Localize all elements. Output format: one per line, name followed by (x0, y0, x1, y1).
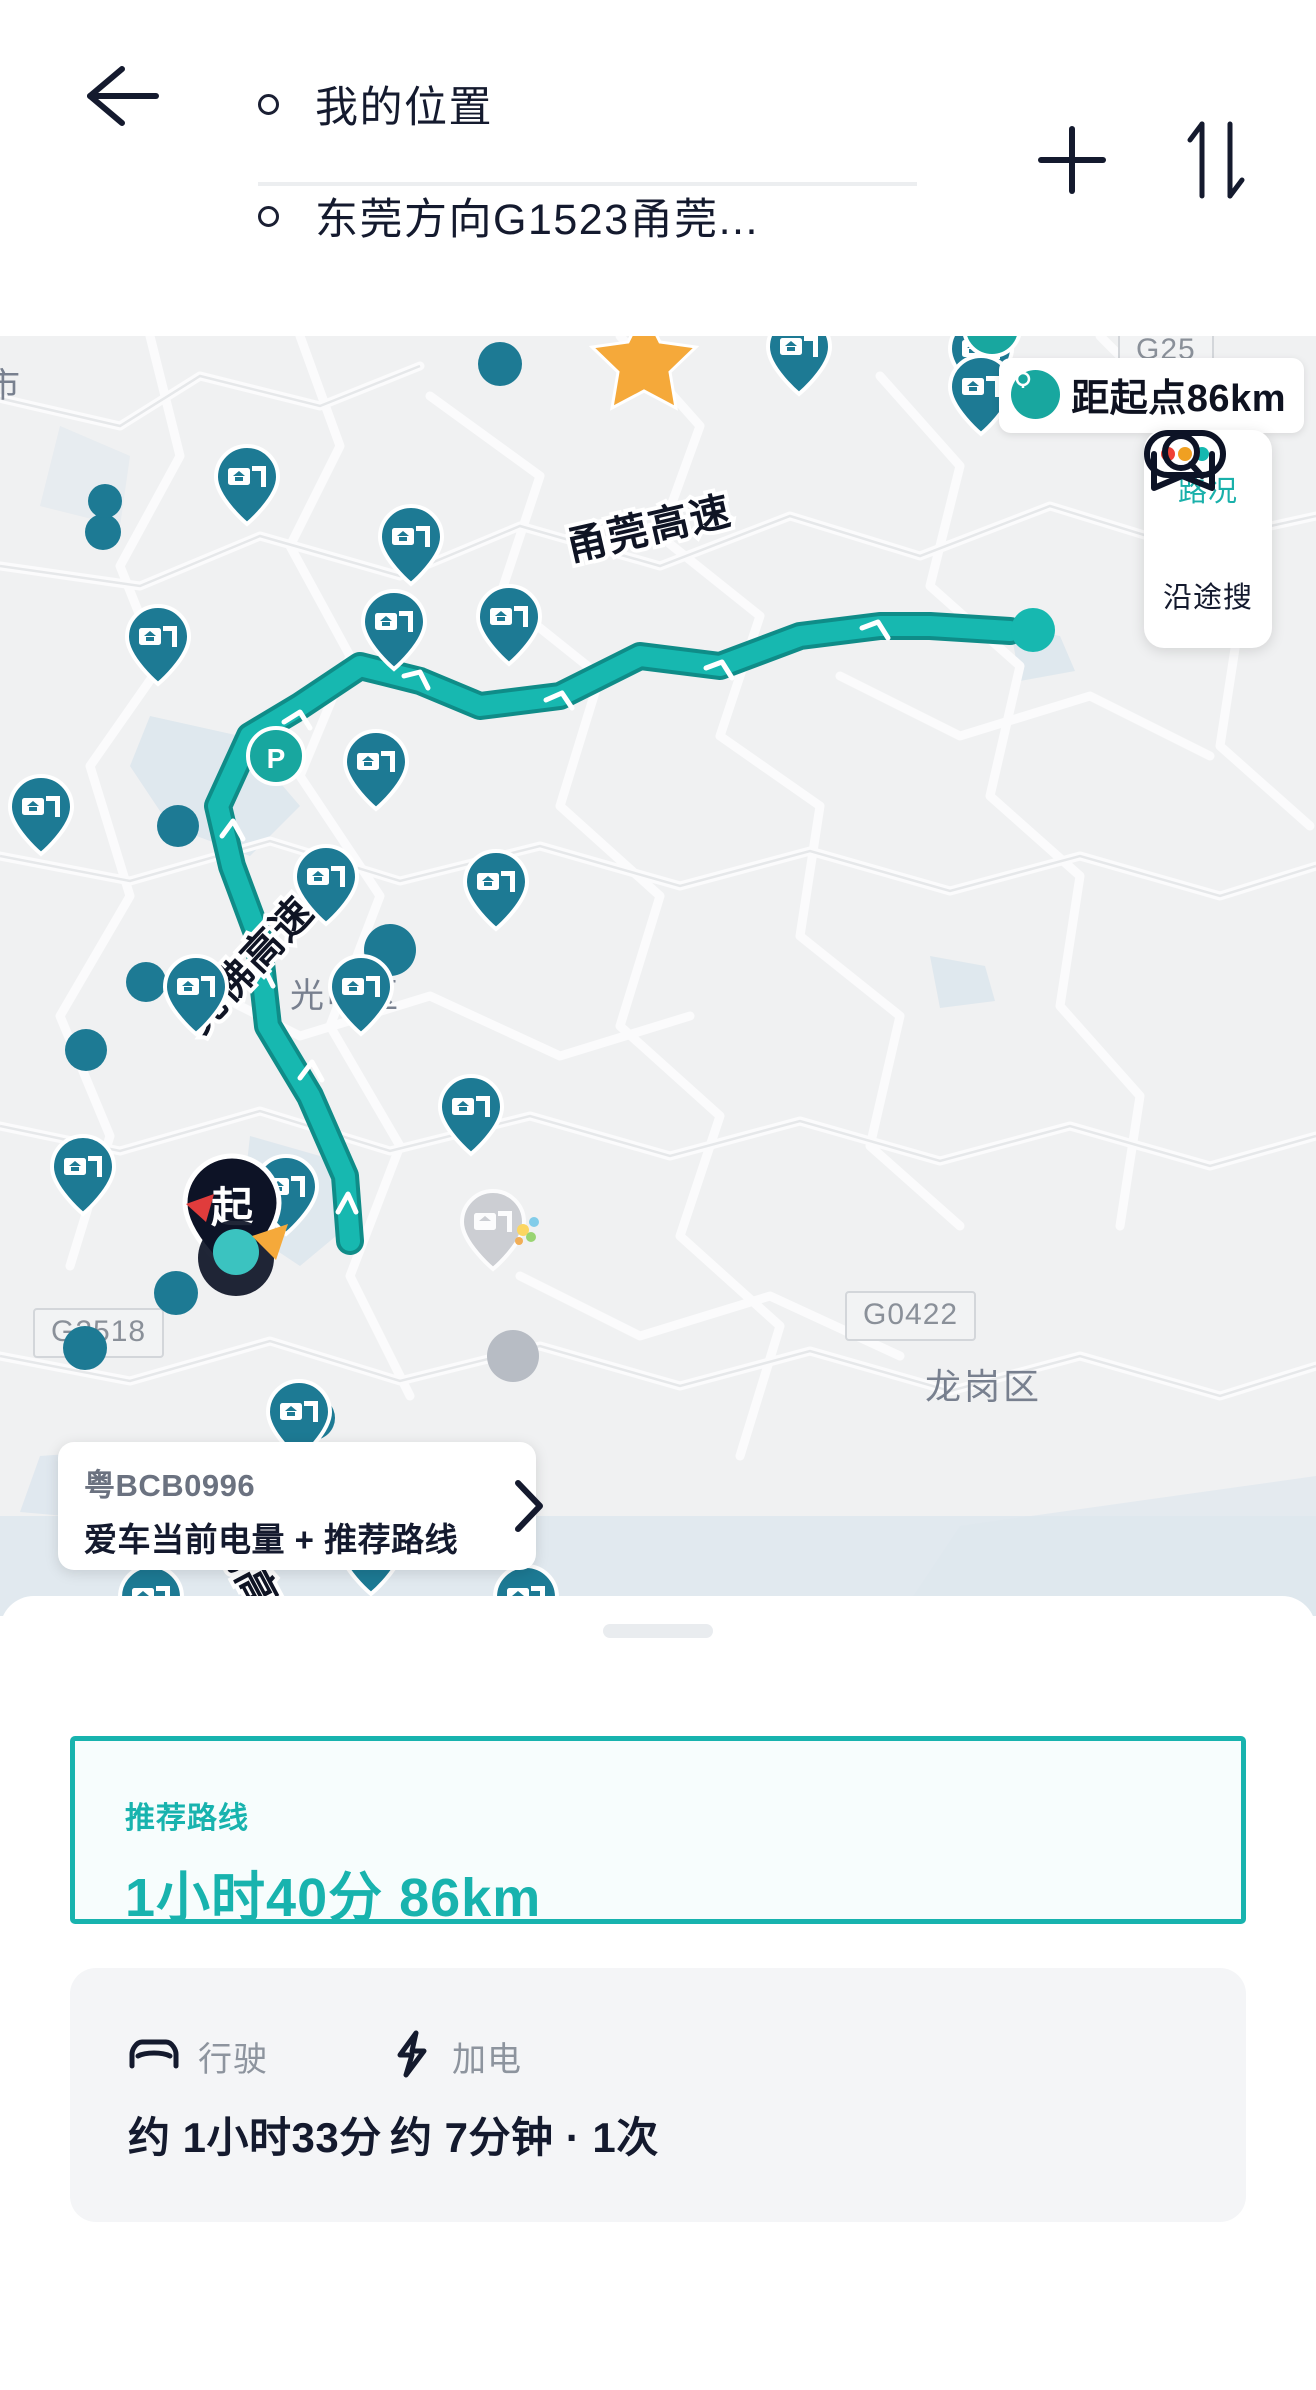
plus-icon (1033, 121, 1111, 204)
map-canvas[interactable]: 市 光明区 龙岗区 深圳市 罗湖区 G2518 G0422 G25 莞佛高速 甬… (0, 336, 1316, 1616)
circle-outline-icon (258, 205, 279, 227)
recommended-route-summary: 1小时40分 86km (125, 1868, 542, 1928)
route-end-dot (1011, 608, 1055, 652)
destination-field[interactable]: 东莞方向G1523甬莞... (258, 160, 958, 272)
stat-driving-label: 行驶 (198, 2040, 268, 2079)
stat-charging-value: 约 7分钟 · 1次 (390, 2114, 659, 2161)
vehicle-card[interactable]: 粤BCB0996 爱车当前电量 + 推荐路线 (58, 1442, 543, 1570)
distance-from-start-text: 距起点86km (1071, 378, 1286, 420)
sheet-grab-handle[interactable] (603, 1624, 713, 1638)
field-divider (258, 182, 917, 186)
route-planning-screen: 我的位置 东莞方向G1523甬莞... 市 光明区 龙岗区 G2518 G042… (0, 0, 1316, 2390)
swap-vertical-icon (1180, 118, 1252, 207)
highway-shield-g2518: G2518 (33, 1308, 165, 1358)
back-button[interactable] (76, 50, 172, 146)
search-along-route-button[interactable]: 沿途搜 (1144, 433, 1272, 630)
recommended-route-card[interactable]: 推荐路线 1小时40分 86km (70, 1736, 1246, 1928)
service-area-icon: P (1006, 362, 1061, 419)
bottom-sheet: 推荐路线 1小时40分 86km 行驶 约 1小时33分 加电 约 7分钟 · … (0, 1596, 1316, 2390)
recommended-route-title: 推荐路线 (125, 1802, 249, 1835)
route-stats-card: 行驶 约 1小时33分 加电 约 7分钟 · 1次 (70, 1968, 1246, 2222)
map-tools-panel: 路况 沿途搜 (1144, 430, 1272, 648)
highway-shield-g0422: G0422 (845, 1291, 977, 1341)
distance-from-start-badge: P 距起点86km (999, 358, 1304, 433)
stat-driving: 行驶 约 1小时33分 (128, 2030, 390, 2165)
car-icon (128, 2034, 180, 2079)
search-along-route-label: 沿途搜 (1162, 582, 1253, 614)
circle-outline-icon (258, 93, 279, 115)
swap-endpoints-button[interactable] (1174, 120, 1258, 204)
stat-charging-label: 加电 (452, 2040, 522, 2079)
bolt-icon (390, 2030, 434, 2083)
header-actions (1030, 120, 1258, 204)
vehicle-card-subtitle: 爱车当前电量 + 推荐路线 (84, 1521, 459, 1558)
arrow-left-icon (84, 65, 164, 132)
route-fields: 我的位置 东莞方向G1523甬莞... (258, 48, 958, 272)
destination-label: 东莞方向G1523甬莞... (315, 196, 759, 244)
header: 我的位置 东莞方向G1523甬莞... (0, 0, 1316, 336)
origin-label: 我的位置 (315, 84, 493, 132)
vehicle-plate: 粤BCB0996 (84, 1468, 256, 1503)
add-waypoint-button[interactable] (1030, 120, 1114, 204)
origin-field[interactable]: 我的位置 (258, 48, 958, 160)
stat-driving-value: 约 1小时33分 (128, 2114, 382, 2161)
stat-charging: 加电 约 7分钟 · 1次 (390, 2030, 659, 2165)
